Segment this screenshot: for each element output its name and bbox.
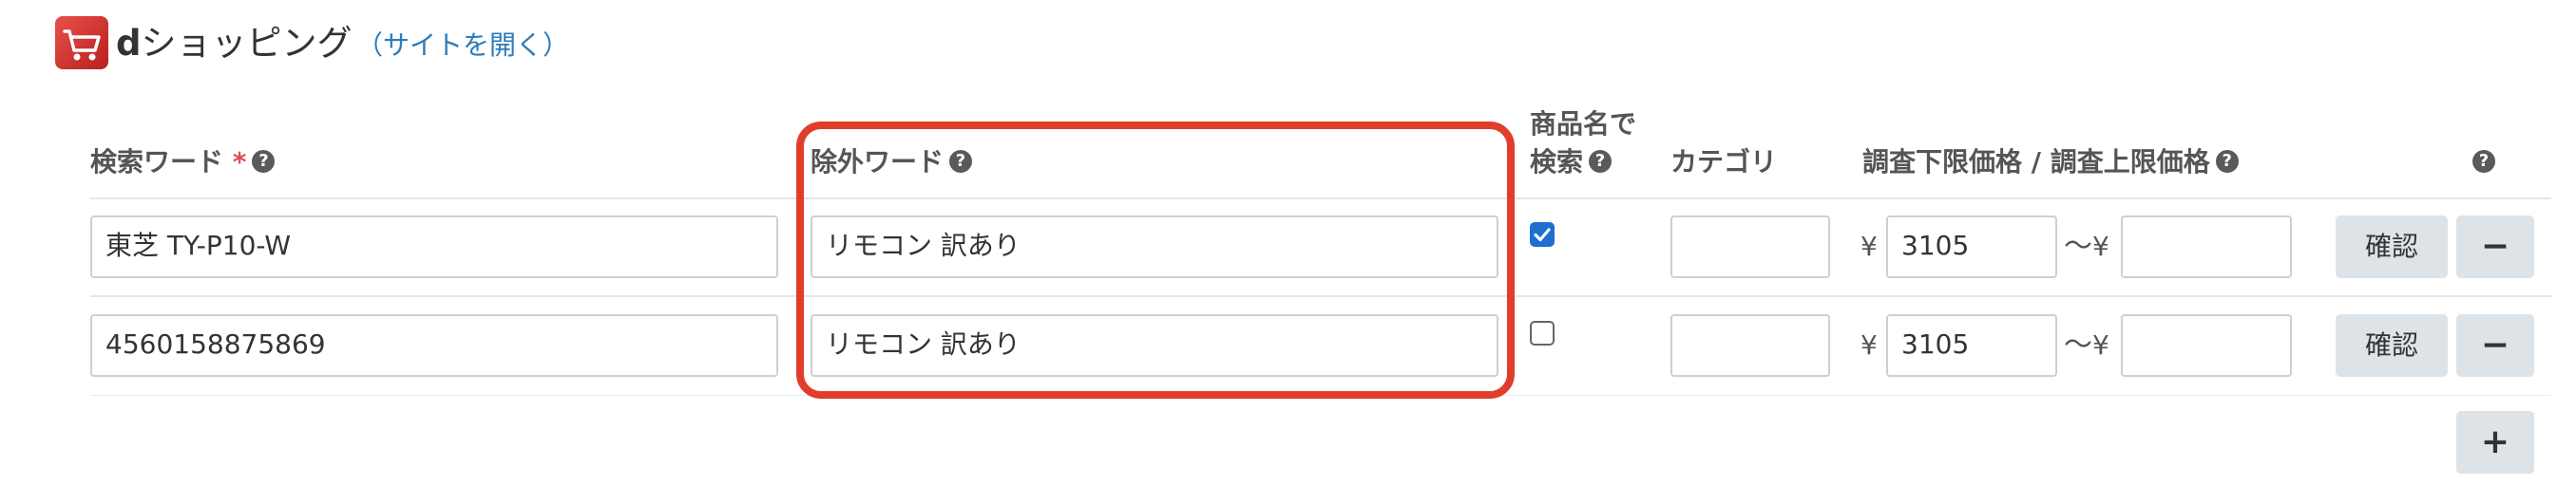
header-price-range-label: 調査下限価格 / 調査上限価格 xyxy=(1862,146,2210,178)
price-separator-row1: 〜¥ xyxy=(2064,215,2109,278)
exclude-word-highlight-box xyxy=(796,122,1515,399)
price-min-input-row1[interactable]: 3105 xyxy=(1886,215,2057,278)
price-max-input-row1[interactable] xyxy=(2121,215,2292,278)
separator-glyph-row2: 〜 xyxy=(2064,328,2092,362)
price-separator-row2: 〜¥ xyxy=(2064,314,2109,377)
name-search-checkbox-row1[interactable] xyxy=(1530,222,1555,247)
header-search-word-label: 検索ワード xyxy=(90,146,224,178)
help-icon-search-word[interactable]: ? xyxy=(252,150,276,173)
confirm-button-row2[interactable]: 確認 xyxy=(2336,314,2448,377)
price-max-input-row2[interactable] xyxy=(2121,314,2292,377)
search-word-input-row1[interactable]: 東芝 TY-P10-W xyxy=(90,215,778,278)
category-input-row1[interactable] xyxy=(1670,215,1830,278)
site-title-rest: ショッピング xyxy=(141,23,353,64)
open-site-link[interactable]: （サイトを開く） xyxy=(356,27,569,65)
add-row-button[interactable]: + xyxy=(2456,411,2534,474)
help-icon-actions[interactable]: ? xyxy=(2472,150,2495,173)
confirm-button-row1[interactable]: 確認 xyxy=(2336,215,2448,278)
site-title-bold: d xyxy=(116,23,142,64)
header-category: カテゴリ xyxy=(1670,146,1778,178)
header-name-search-line1: 商品名で xyxy=(1530,108,1637,140)
required-mark: * xyxy=(232,146,247,178)
header-actions: ? xyxy=(2467,145,2495,179)
site-title: dショッピング xyxy=(116,17,353,70)
header-price-range: 調査下限価格 / 調査上限価格? xyxy=(1862,145,2239,179)
header-name-search-line2: 検索 xyxy=(1530,146,1584,178)
currency-label-max-row1: ¥ xyxy=(2092,231,2109,262)
currency-label-max-row2: ¥ xyxy=(2092,329,2109,361)
price-min-input-row2[interactable]: 3105 xyxy=(1886,314,2057,377)
separator-glyph-row1: 〜 xyxy=(2064,230,2092,263)
checkmark-icon xyxy=(1534,228,1551,242)
remove-row-button-row1[interactable]: − xyxy=(2456,215,2534,278)
category-input-row2[interactable] xyxy=(1670,314,1830,377)
help-icon-price-range[interactable]: ? xyxy=(2215,150,2239,173)
search-word-input-row2[interactable]: 4560158875869 xyxy=(90,314,778,377)
dshopping-logo-icon xyxy=(55,16,108,69)
help-icon-name-search[interactable]: ? xyxy=(1589,150,1612,173)
header-search-word: 検索ワード *? xyxy=(90,145,276,179)
remove-row-button-row2[interactable]: − xyxy=(2456,314,2534,377)
header-name-search: 検索? xyxy=(1530,145,1612,179)
currency-label-min-row1: ¥ xyxy=(1860,231,1878,262)
currency-label-min-row2: ¥ xyxy=(1860,329,1878,361)
name-search-checkbox-row2[interactable] xyxy=(1530,321,1555,346)
